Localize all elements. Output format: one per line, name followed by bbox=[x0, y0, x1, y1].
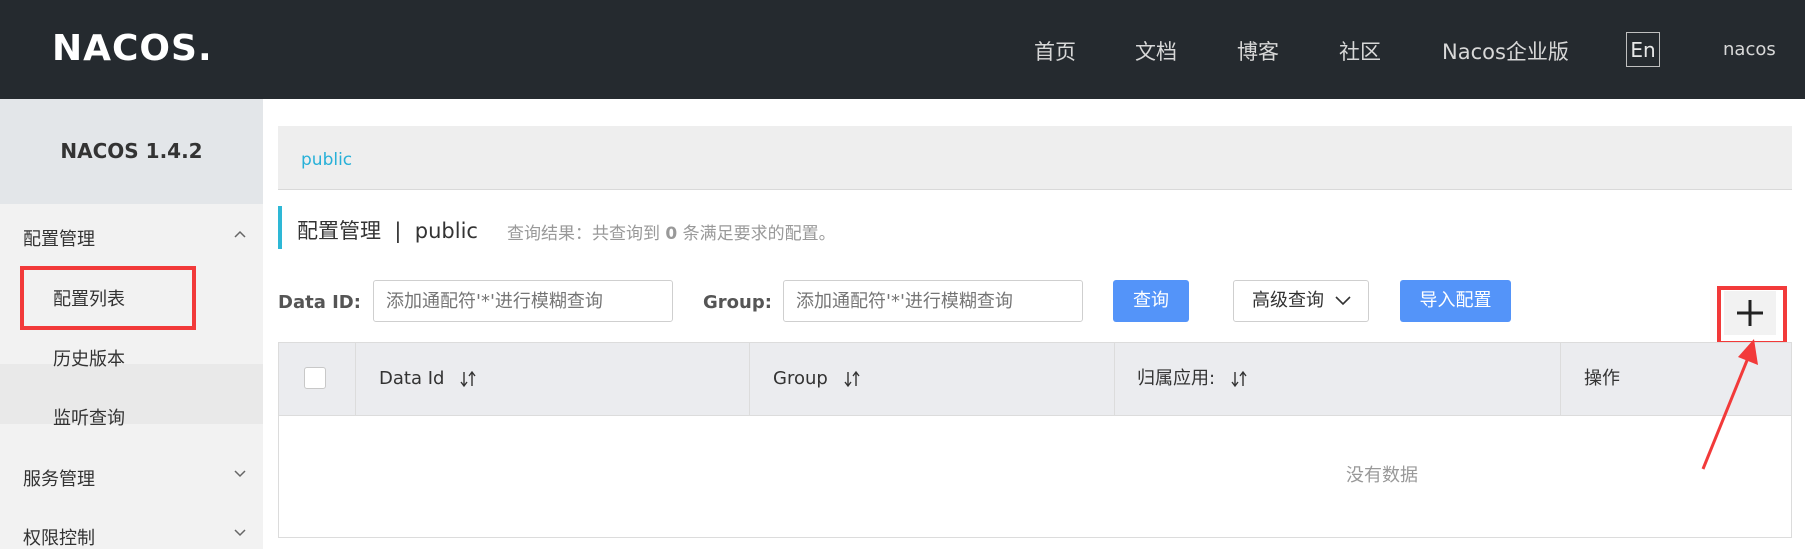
sidebar-header: NACOS 1.4.2 bbox=[0, 99, 263, 204]
sort-icon[interactable] bbox=[460, 370, 476, 388]
page-title: 配置管理 | public bbox=[297, 215, 478, 245]
column-divider bbox=[749, 343, 750, 415]
sidebar-item-active-background bbox=[0, 364, 263, 424]
sidebar-item-listener-query[interactable]: 监听查询 bbox=[53, 404, 125, 430]
config-table: Data Id Group 归属应用: 操作 没有数据 bbox=[278, 342, 1792, 538]
version-title: NACOS 1.4.2 bbox=[60, 139, 203, 163]
column-divider bbox=[355, 343, 356, 415]
data-id-label: Data ID: bbox=[278, 292, 361, 313]
chevron-down-icon bbox=[1335, 296, 1351, 306]
data-id-input[interactable] bbox=[373, 280, 673, 322]
group-label: Group: bbox=[703, 292, 772, 313]
chevron-down-icon[interactable] bbox=[233, 526, 247, 540]
result-count: 0 bbox=[665, 224, 678, 244]
result-suffix: 条满足要求的配置。 bbox=[682, 224, 836, 244]
column-header-label: 归属应用: bbox=[1137, 368, 1216, 389]
language-toggle-button[interactable]: En bbox=[1626, 32, 1660, 67]
sidebar-item-history[interactable]: 历史版本 bbox=[53, 345, 125, 371]
column-header-app[interactable]: 归属应用: bbox=[1137, 343, 1247, 415]
nav-community[interactable]: 社区 bbox=[1339, 36, 1381, 66]
column-header-actions: 操作 bbox=[1584, 368, 1620, 389]
chevron-up-icon[interactable] bbox=[233, 227, 247, 241]
select-all-checkbox[interactable] bbox=[304, 367, 326, 389]
group-input[interactable] bbox=[783, 280, 1083, 322]
nav-enterprise[interactable]: Nacos企业版 bbox=[1442, 36, 1569, 66]
sort-icon[interactable] bbox=[843, 370, 860, 388]
annotation-highlight-box bbox=[20, 266, 196, 330]
nav-home[interactable]: 首页 bbox=[1034, 36, 1076, 66]
nav-blog[interactable]: 博客 bbox=[1237, 36, 1279, 66]
import-config-button[interactable]: 导入配置 bbox=[1400, 280, 1511, 322]
title-separator: | bbox=[394, 219, 402, 243]
sidebar-group-config[interactable]: 配置管理 bbox=[23, 225, 95, 251]
namespace-bar bbox=[278, 126, 1792, 190]
empty-state-text: 没有数据 bbox=[1346, 465, 1418, 486]
sidebar-group-auth[interactable]: 权限控制 bbox=[23, 524, 95, 550]
annotation-arrow-icon bbox=[1701, 339, 1758, 470]
nav-docs[interactable]: 文档 bbox=[1135, 36, 1177, 66]
title-section: 配置管理 bbox=[297, 219, 381, 243]
top-navbar: NACOS. 首页 文档 博客 社区 Nacos企业版 En nacos bbox=[0, 0, 1805, 99]
result-prefix: 查询结果：共查询到 bbox=[507, 224, 660, 244]
column-header-label: Group bbox=[773, 368, 828, 389]
column-header-group[interactable]: Group bbox=[773, 343, 860, 415]
user-menu[interactable]: nacos bbox=[1723, 39, 1776, 60]
namespace-public-link[interactable]: public bbox=[301, 150, 352, 170]
column-divider bbox=[1560, 343, 1561, 415]
table-header: Data Id Group 归属应用: 操作 bbox=[279, 343, 1791, 416]
nacos-logo[interactable]: NACOS. bbox=[52, 28, 213, 69]
column-header-label: Data Id bbox=[379, 368, 445, 389]
search-button[interactable]: 查询 bbox=[1113, 280, 1189, 322]
query-result-summary: 查询结果：共查询到 0 条满足要求的配置。 bbox=[507, 219, 836, 244]
chevron-down-icon[interactable] bbox=[233, 467, 247, 481]
advanced-query-button[interactable]: 高级查询 bbox=[1233, 280, 1369, 322]
column-divider bbox=[1114, 343, 1115, 415]
sidebar-group-service[interactable]: 服务管理 bbox=[23, 465, 95, 491]
sort-icon[interactable] bbox=[1231, 370, 1247, 388]
title-accent-bar bbox=[278, 206, 282, 249]
title-namespace: public bbox=[414, 219, 478, 243]
advanced-query-label: 高级查询 bbox=[1252, 290, 1324, 311]
column-header-data-id[interactable]: Data Id bbox=[379, 343, 476, 415]
